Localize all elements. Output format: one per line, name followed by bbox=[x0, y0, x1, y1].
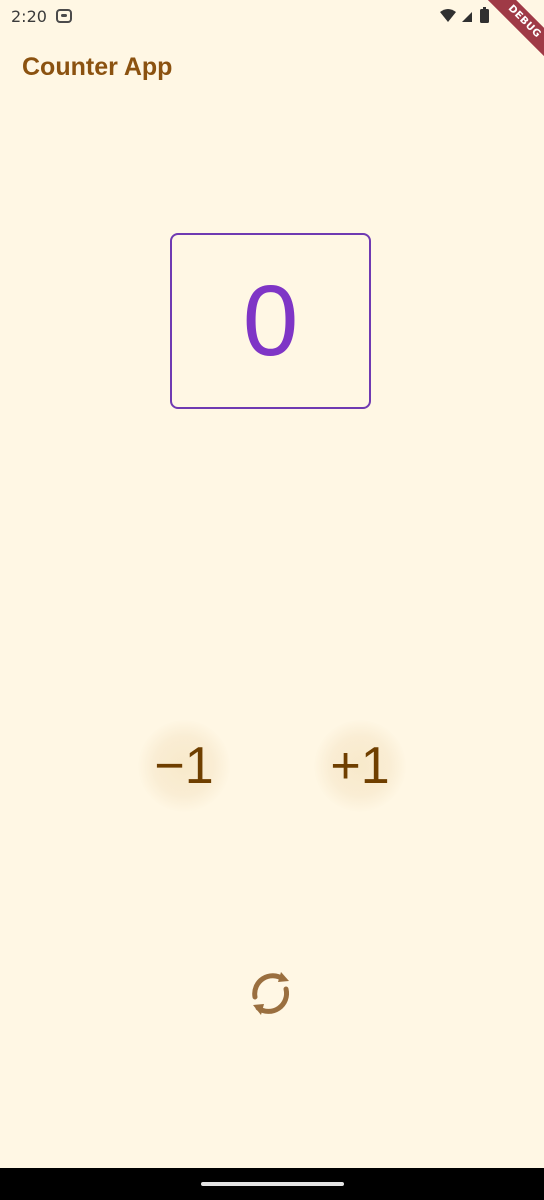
signal-icon bbox=[462, 12, 472, 22]
reset-button[interactable] bbox=[236, 958, 306, 1028]
status-bar: 2:20 DEBUG bbox=[0, 0, 544, 69]
counter-value: 0 bbox=[242, 265, 299, 377]
decrement-label: −1 bbox=[154, 737, 214, 795]
status-time: 2:20 bbox=[11, 7, 47, 26]
refresh-icon bbox=[252, 972, 290, 1015]
system-navigation-bar bbox=[0, 1168, 544, 1200]
increment-button[interactable]: +1 bbox=[314, 720, 406, 812]
app-title: Counter App bbox=[22, 53, 173, 81]
counter-display: 0 bbox=[170, 233, 371, 409]
decrement-button[interactable]: −1 bbox=[138, 720, 230, 812]
battery-icon bbox=[480, 7, 489, 23]
increment-label: +1 bbox=[330, 737, 390, 795]
wifi-icon bbox=[440, 9, 456, 22]
messenger-icon bbox=[56, 8, 72, 24]
home-gesture-handle[interactable] bbox=[201, 1182, 344, 1186]
